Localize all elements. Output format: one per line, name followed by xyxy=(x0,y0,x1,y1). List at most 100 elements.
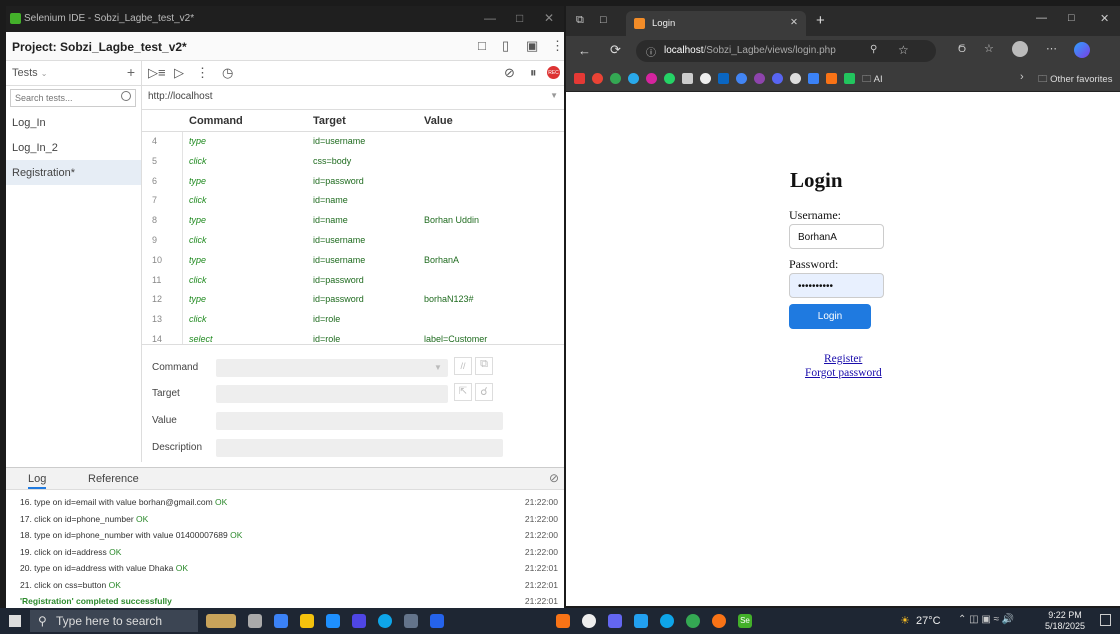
pause-icon[interactable]: ⏸ xyxy=(530,65,537,81)
windows-start-icon[interactable] xyxy=(9,615,21,627)
github-desktop-icon[interactable] xyxy=(582,614,596,628)
login-button[interactable]: Login xyxy=(789,304,871,329)
tests-dropdown[interactable]: Tests ⌄ xyxy=(12,67,47,79)
add-test-icon[interactable]: + xyxy=(127,64,135,80)
edge-taskbar-icon[interactable] xyxy=(378,614,392,628)
chrome-icon[interactable] xyxy=(686,614,700,628)
close-icon[interactable]: ✕ xyxy=(544,11,554,25)
command-field[interactable] xyxy=(216,359,448,377)
browser-maximize-icon[interactable]: □ xyxy=(1068,12,1075,24)
whatsapp-bookmark-icon[interactable] xyxy=(664,73,675,84)
github-bookmark-icon[interactable] xyxy=(700,73,711,84)
notifications-icon[interactable] xyxy=(1100,614,1111,626)
bookmark-icon[interactable] xyxy=(808,73,819,84)
youtube-bookmark-icon[interactable] xyxy=(574,73,585,84)
open-project-icon[interactable]: ▯ xyxy=(502,38,509,54)
new-tab-icon[interactable]: + xyxy=(816,12,825,29)
command-row[interactable]: 10 type id=username BorhanA xyxy=(142,251,564,271)
register-link[interactable]: Register xyxy=(824,353,862,365)
command-row[interactable]: 6 type id=password xyxy=(142,172,564,192)
bookmark-icon[interactable] xyxy=(826,73,837,84)
value-field[interactable] xyxy=(216,412,503,430)
taskbar-search[interactable]: ⚲ Type here to search xyxy=(30,610,198,632)
open-reference-icon[interactable]: ⧉ xyxy=(475,357,493,375)
xampp-icon[interactable] xyxy=(556,614,570,628)
minimize-icon[interactable]: — xyxy=(484,11,496,25)
command-row[interactable]: 12 type id=password borhaN123# xyxy=(142,290,564,310)
step-over-icon[interactable]: ⋮ xyxy=(196,65,209,81)
command-row[interactable]: 14 select id=role label=Customer xyxy=(142,330,564,344)
test-item-log-in[interactable]: Log_In xyxy=(6,110,141,135)
password-key-icon[interactable]: ⚲ xyxy=(870,44,877,55)
chrome-bookmark-icon[interactable] xyxy=(610,73,621,84)
more-menu-icon[interactable]: ⋮ xyxy=(551,38,564,54)
close-tab-icon[interactable]: ✕ xyxy=(790,17,798,28)
bookmark-icon[interactable] xyxy=(754,73,765,84)
x-bookmark-icon[interactable] xyxy=(682,73,693,84)
app-icon[interactable] xyxy=(274,614,288,628)
bookmark-icon[interactable] xyxy=(772,73,783,84)
command-row[interactable]: 9 click id=username xyxy=(142,231,564,251)
word-icon[interactable] xyxy=(430,614,444,628)
username-field[interactable]: BorhanA xyxy=(789,224,884,249)
copilot-icon[interactable]: Ϭ xyxy=(958,43,966,55)
description-field[interactable] xyxy=(216,439,503,457)
search-icon[interactable] xyxy=(121,91,131,101)
find-target-icon[interactable]: ☌ xyxy=(475,383,493,401)
select-target-icon[interactable]: ⇱ xyxy=(454,383,472,401)
forgot-password-link[interactable]: Forgot password xyxy=(805,367,882,379)
workspaces-icon[interactable]: ⧉ xyxy=(576,14,584,27)
app-icon[interactable] xyxy=(404,614,418,628)
google-bookmark-icon[interactable] xyxy=(592,73,603,84)
bookmark-folder-ai[interactable]: 🗀 AI xyxy=(862,72,883,88)
app-icon[interactable] xyxy=(352,614,366,628)
app-icon[interactable] xyxy=(326,614,340,628)
new-project-icon[interactable]: □ xyxy=(478,38,486,53)
browser-close-icon[interactable]: ✕ xyxy=(1100,12,1109,25)
address-bar[interactable]: ⓘ localhost/Sobzi_Lagbe/views/login.php … xyxy=(636,40,936,62)
command-dropdown-icon[interactable]: ▼ xyxy=(434,363,442,372)
speed-icon[interactable]: ◷ xyxy=(222,65,233,81)
task-view-icon[interactable] xyxy=(248,614,262,628)
command-row[interactable]: 7 click id=name xyxy=(142,191,564,211)
clear-log-icon[interactable]: ⊘ xyxy=(549,471,559,485)
favorites-icon[interactable]: ☆ xyxy=(984,42,994,55)
tab-actions-icon[interactable]: □ xyxy=(600,14,607,26)
test-item-log-in-2[interactable]: Log_In_2 xyxy=(6,135,141,160)
clock[interactable]: 9:22 PM 5/18/2025 xyxy=(1045,610,1085,632)
profile-avatar[interactable] xyxy=(1012,41,1028,57)
back-icon[interactable]: ← xyxy=(578,43,591,58)
run-all-icon[interactable]: ▷≡ xyxy=(148,65,166,81)
record-icon[interactable]: REC xyxy=(547,66,560,79)
base-url[interactable]: http://localhost xyxy=(148,91,212,102)
disable-breakpoints-icon[interactable]: ⊘ xyxy=(504,65,515,81)
command-row[interactable]: 11 click id=password xyxy=(142,271,564,291)
search-input[interactable] xyxy=(10,89,136,107)
bookmark-icon[interactable] xyxy=(790,73,801,84)
file-explorer-icon[interactable] xyxy=(300,614,314,628)
browser-tab-login[interactable]: Login ✕ xyxy=(626,11,806,36)
command-row[interactable]: 4 type id=username xyxy=(142,132,564,152)
other-favorites[interactable]: 🗀 Other favorites xyxy=(1038,72,1112,88)
url-text[interactable]: localhost/Sobzi_Lagbe/views/login.php xyxy=(664,45,836,56)
toggle-comment-icon[interactable]: // xyxy=(454,357,472,375)
instagram-bookmark-icon[interactable] xyxy=(646,73,657,84)
bookmark-icon[interactable] xyxy=(736,73,747,84)
target-field[interactable] xyxy=(216,385,448,403)
copilot-logo-icon[interactable] xyxy=(1074,42,1090,58)
password-field[interactable]: •••••••••• xyxy=(789,273,884,298)
bookmarks-overflow-icon[interactable]: › xyxy=(1020,71,1024,83)
browser-minimize-icon[interactable]: — xyxy=(1036,12,1047,24)
app-icon[interactable] xyxy=(608,614,622,628)
run-test-icon[interactable]: ▷ xyxy=(174,65,184,81)
settings-more-icon[interactable]: ⋯ xyxy=(1046,42,1057,55)
temperature[interactable]: 27°C xyxy=(916,615,941,627)
favorite-star-icon[interactable]: ☆ xyxy=(898,43,909,57)
firefox-icon[interactable] xyxy=(712,614,726,628)
bookmark-icon[interactable] xyxy=(844,73,855,84)
site-info-icon[interactable]: ⓘ xyxy=(646,44,656,59)
command-row[interactable]: 13 click id=role xyxy=(142,310,564,330)
selenium-ide-taskbar-icon[interactable]: Se xyxy=(738,614,752,628)
telegram-bookmark-icon[interactable] xyxy=(628,73,639,84)
url-dropdown-icon[interactable]: ▼ xyxy=(550,91,558,100)
